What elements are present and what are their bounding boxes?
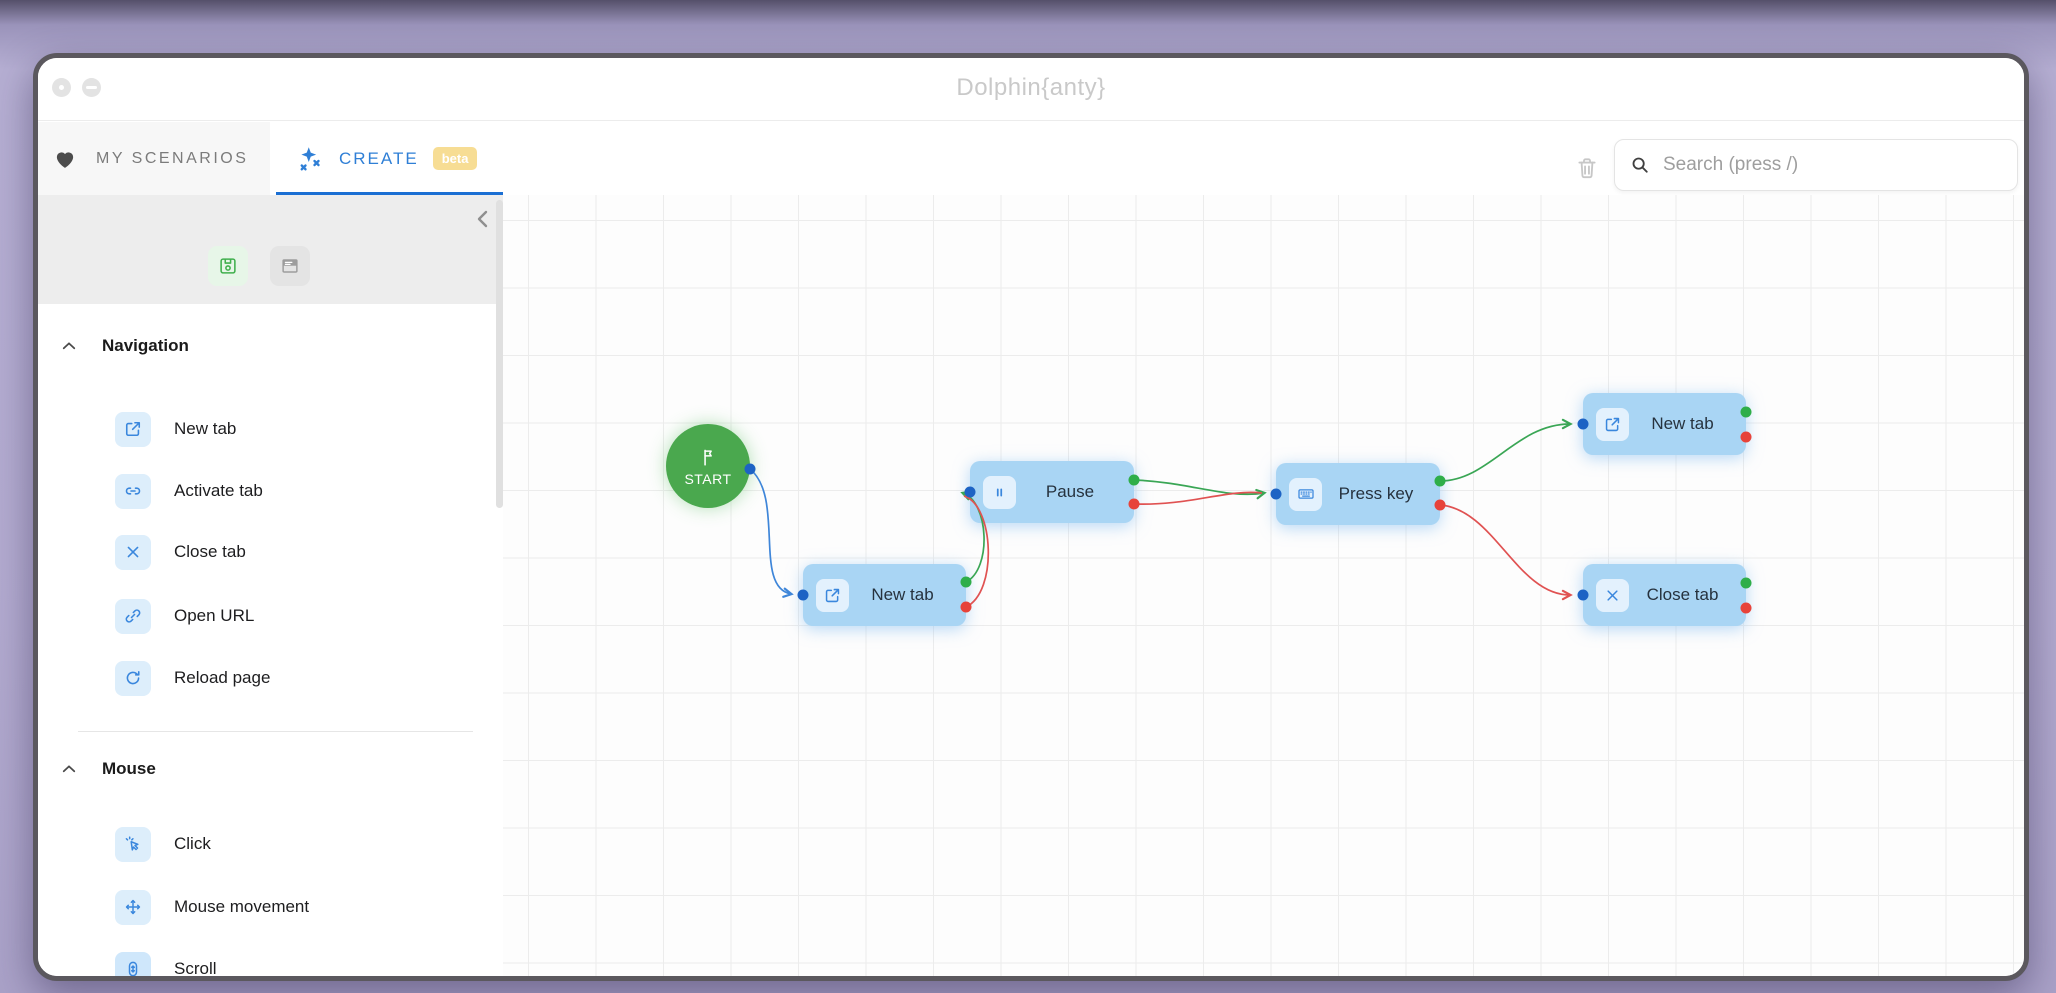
save-scenario-button[interactable] xyxy=(208,246,248,286)
node-new-tab-1[interactable]: New tab xyxy=(803,564,966,626)
save-icon xyxy=(217,255,239,277)
panel-icon xyxy=(279,255,301,277)
tab-my-scenarios-label: MY SCENARIOS xyxy=(96,150,248,168)
open-url-icon xyxy=(115,599,151,634)
chevron-up-icon xyxy=(60,760,78,778)
close-tab-icon xyxy=(115,535,151,570)
section-label: Mouse xyxy=(102,759,156,779)
node-label: Press key xyxy=(1322,484,1440,504)
start-node[interactable]: START xyxy=(666,424,750,508)
keyboard-icon xyxy=(1289,478,1322,511)
sidebar-item-close-tab[interactable]: Close tab xyxy=(38,532,503,572)
scroll-icon xyxy=(115,952,151,982)
flag-icon xyxy=(697,445,719,469)
heart-icon xyxy=(51,146,79,172)
collapse-sidebar-button[interactable] xyxy=(471,205,495,233)
sidebar-item-mouse-movement[interactable]: Mouse movement xyxy=(38,887,503,927)
tab-bar: MY SCENARIOS CREATE beta xyxy=(38,122,2024,195)
title-bar: Dolphin{anty} xyxy=(38,58,2024,121)
edge-presskey-success-to-newtab2[interactable] xyxy=(1440,424,1570,481)
flow-edges-layer xyxy=(503,195,2024,978)
chevron-left-icon xyxy=(471,205,495,233)
activate-tab-icon xyxy=(115,474,151,509)
tab-create[interactable]: CREATE beta xyxy=(270,122,503,195)
node-label: New tab xyxy=(849,585,966,605)
new-tab-icon xyxy=(115,412,151,447)
sidebar-item-click[interactable]: Click xyxy=(38,824,503,864)
sparkles-icon xyxy=(295,144,325,174)
beta-badge: beta xyxy=(433,147,478,170)
window-title: Dolphin{anty} xyxy=(38,74,2024,102)
sidebar-item-activate-tab[interactable]: Activate tab xyxy=(38,471,503,511)
mouse-movement-icon xyxy=(115,890,151,925)
new-tab-icon xyxy=(816,579,849,612)
section-label: Navigation xyxy=(102,336,189,356)
edge-pause-error-to-presskey[interactable] xyxy=(1134,492,1262,504)
panel-view-button[interactable] xyxy=(270,246,310,286)
section-divider xyxy=(78,731,473,732)
actions-sidebar: Navigation New tab Activate tab xyxy=(38,195,503,978)
node-label: New tab xyxy=(1629,414,1746,434)
sidebar-item-label: Mouse movement xyxy=(174,897,309,917)
sidebar-item-scroll[interactable]: Scroll xyxy=(38,949,503,981)
node-press-key[interactable]: Press key xyxy=(1276,463,1440,525)
search-input[interactable] xyxy=(1663,154,2003,176)
node-pause[interactable]: Pause xyxy=(970,461,1134,523)
sidebar-item-new-tab[interactable]: New tab xyxy=(38,409,503,449)
node-label: Pause xyxy=(1016,482,1134,502)
sidebar-item-label: Activate tab xyxy=(174,481,263,501)
node-label: Close tab xyxy=(1629,585,1746,605)
edge-start-to-newtab1[interactable] xyxy=(750,469,791,594)
tab-create-label: CREATE xyxy=(339,149,419,169)
sidebar-item-label: Open URL xyxy=(174,606,254,626)
node-new-tab-2[interactable]: New tab xyxy=(1583,393,1746,455)
start-node-label: START xyxy=(684,471,731,487)
sidebar-item-label: New tab xyxy=(174,419,236,439)
edge-pause-success-to-presskey[interactable] xyxy=(1134,480,1264,494)
content-area: Navigation New tab Activate tab xyxy=(38,195,2024,978)
sidebar-item-label: Scroll xyxy=(174,959,217,979)
section-navigation[interactable]: Navigation xyxy=(38,333,503,359)
edge-presskey-error-to-closetab[interactable] xyxy=(1440,505,1570,595)
search-box xyxy=(1614,139,2018,191)
sidebar-item-open-url[interactable]: Open URL xyxy=(38,596,503,636)
section-mouse[interactable]: Mouse xyxy=(38,756,503,782)
new-tab-icon xyxy=(1596,408,1629,441)
sidebar-item-reload-page[interactable]: Reload page xyxy=(38,658,503,698)
sidebar-item-label: Close tab xyxy=(174,542,246,562)
pause-icon xyxy=(983,476,1016,509)
click-icon xyxy=(115,827,151,862)
app-window: Dolphin{anty} MY SCENARIOS CREATE beta xyxy=(33,53,2029,981)
tab-my-scenarios[interactable]: MY SCENARIOS xyxy=(38,122,270,195)
node-close-tab[interactable]: Close tab xyxy=(1583,564,1746,626)
chevron-up-icon xyxy=(60,337,78,355)
trash-icon[interactable] xyxy=(1574,154,1600,182)
sidebar-header xyxy=(38,195,503,304)
reload-page-icon xyxy=(115,661,151,696)
search-icon xyxy=(1629,154,1651,176)
scenario-canvas[interactable]: START New tab Pause xyxy=(503,195,2024,978)
sidebar-item-label: Reload page xyxy=(174,668,270,688)
close-tab-icon xyxy=(1596,579,1629,612)
sidebar-item-label: Click xyxy=(174,834,211,854)
